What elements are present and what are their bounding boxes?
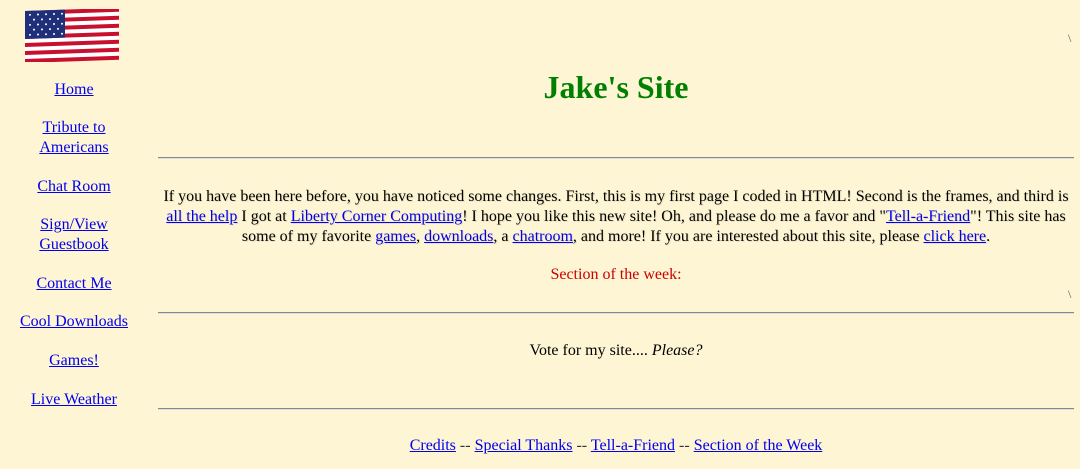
- intro-text: I got at: [237, 208, 291, 225]
- nav-link-tribute[interactable]: Tribute to Americans: [0, 118, 148, 158]
- vote-text: Vote for my site.... Please?: [148, 341, 1080, 361]
- vote-label: Vote for my site....: [529, 342, 652, 359]
- section-of-week-label: Section of the week:: [550, 266, 682, 283]
- nav-link-weather[interactable]: Live Weather: [0, 390, 148, 410]
- footer-separator: --: [455, 437, 475, 454]
- footer-link-section-of-week[interactable]: Section of the Week: [694, 437, 823, 454]
- intro-text: ! I hope you like this new site! Oh, and…: [462, 208, 886, 225]
- link-tell-a-friend[interactable]: Tell-a-Friend: [886, 208, 970, 225]
- intro-text: ,: [416, 228, 425, 245]
- nav-link-guestbook-line2: Guestbook: [39, 236, 109, 253]
- nav-link-downloads[interactable]: Cool Downloads: [0, 312, 148, 332]
- nav-link-guestbook-line1: Sign/View: [40, 216, 108, 233]
- footer-separator: --: [675, 437, 694, 454]
- link-chatroom[interactable]: chatroom: [513, 228, 573, 245]
- page-title: Jake's Site: [543, 69, 689, 105]
- nav-link-games[interactable]: Games!: [0, 351, 148, 371]
- divider: [158, 157, 1074, 159]
- footer-separator: --: [572, 437, 591, 454]
- link-games[interactable]: games: [375, 228, 416, 245]
- vote-please: Please?: [651, 342, 703, 359]
- footer-link-tell-a-friend[interactable]: Tell-a-Friend: [591, 437, 675, 454]
- left-nav-frame: Home Tribute to Americans Chat Room Sign…: [0, 0, 148, 469]
- intro-text: , a: [493, 228, 513, 245]
- nav-link-contact[interactable]: Contact Me: [0, 274, 148, 294]
- nav-link-chat-room[interactable]: Chat Room: [0, 177, 148, 197]
- divider: [158, 408, 1074, 410]
- nav-link-tribute-line1: Tribute to: [42, 119, 106, 136]
- intro-text: .: [986, 228, 991, 245]
- intro-text: If you have been here before, you have n…: [163, 188, 1069, 205]
- nav-link-home[interactable]: Home: [0, 80, 148, 100]
- divider: [158, 312, 1074, 314]
- edge-artifact: \: [1068, 31, 1072, 45]
- nav-link-guestbook[interactable]: Sign/View Guestbook: [0, 215, 148, 255]
- footer-link-credits[interactable]: Credits: [410, 437, 456, 454]
- nav-link-tribute-line2: Americans: [39, 139, 109, 156]
- link-all-the-help[interactable]: all the help: [166, 208, 237, 225]
- intro-text: , and more! If you are interested about …: [572, 228, 924, 245]
- link-downloads[interactable]: downloads: [424, 228, 493, 245]
- edge-artifact: \: [1068, 287, 1072, 301]
- footer-link-special-thanks[interactable]: Special Thanks: [475, 437, 573, 454]
- link-click-here[interactable]: click here: [923, 228, 986, 245]
- intro-paragraph: If you have been here before, you have n…: [158, 187, 1074, 247]
- link-liberty-corner[interactable]: Liberty Corner Computing: [291, 208, 463, 225]
- main-content-frame: \ Jake's Site If you have been here befo…: [148, 0, 1080, 469]
- footer-links: Credits -- Special Thanks -- Tell-a-Frie…: [148, 436, 1080, 456]
- american-flag-icon: [25, 9, 119, 62]
